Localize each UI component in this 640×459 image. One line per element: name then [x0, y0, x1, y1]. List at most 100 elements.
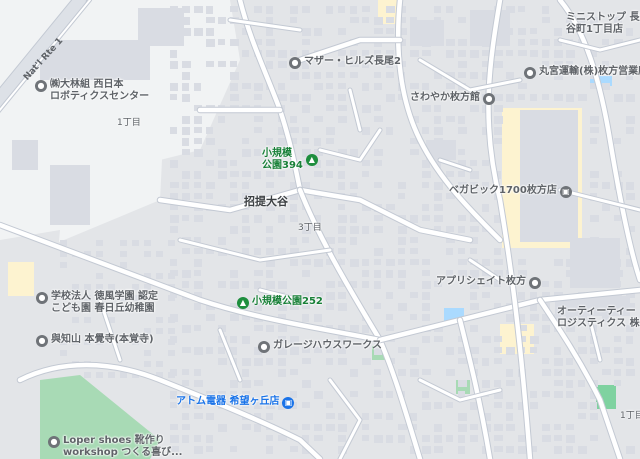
house: [386, 270, 393, 278]
map-canvas[interactable]: Nat'l Rte 1 1丁目 招提大谷 3丁目 1丁目 ● マザー・ヒルズ長尾…: [0, 0, 640, 459]
poi-label: ベガビック1700枚方店: [449, 185, 557, 196]
house: [218, 116, 225, 123]
house: [194, 182, 201, 188]
poi-marumiya[interactable]: ● 丸宮運輸(株)枚方営業所: [524, 66, 640, 79]
poi-obayashi[interactable]: ● ㈱大林組 西日本 ロボティクスセンター: [35, 79, 149, 103]
house: [470, 248, 477, 254]
house: [362, 281, 369, 288]
poi-kasugaoka-school[interactable]: ● 学校法人 徳風学園 認定 こども園 春日丘幼稚園: [36, 291, 158, 315]
house: [338, 105, 347, 111]
house: [602, 83, 610, 90]
house: [194, 380, 203, 387]
house: [96, 284, 103, 290]
house: [206, 446, 213, 452]
place-pin-icon: ●: [35, 80, 47, 92]
poi-mother-hills[interactable]: ● マザー・ヒルズ長尾2: [289, 56, 401, 69]
house: [614, 94, 623, 102]
house: [350, 369, 358, 377]
house: [614, 380, 621, 386]
house: [60, 350, 67, 356]
house: [230, 6, 238, 12]
house: [278, 369, 286, 377]
poi-atom-denki[interactable]: アトム電器 希望ヶ丘店 ▣: [176, 396, 295, 409]
house: [518, 6, 525, 12]
house: [206, 160, 214, 166]
house: [254, 270, 263, 276]
house: [194, 446, 203, 454]
poi-vegabig[interactable]: ベガビック1700枚方店 ▣: [449, 185, 572, 198]
house: [254, 83, 263, 91]
house: [470, 292, 477, 300]
house: [338, 160, 345, 166]
house: [338, 171, 345, 179]
house: [518, 94, 525, 100]
place-pin-icon: ●: [524, 67, 536, 79]
house: [290, 237, 297, 245]
house: [554, 28, 562, 36]
house: [602, 369, 611, 375]
house: [458, 248, 465, 254]
house: [362, 435, 369, 441]
house: [554, 446, 562, 454]
house: [422, 391, 429, 398]
house: [614, 215, 621, 221]
house: [458, 413, 467, 421]
house: [374, 270, 381, 278]
house: [302, 72, 310, 79]
house: [602, 347, 610, 353]
house: [554, 281, 562, 288]
house: [578, 380, 585, 387]
house: [170, 259, 177, 266]
house: [290, 94, 299, 102]
house: [374, 116, 383, 122]
house: [422, 402, 431, 410]
house: [218, 358, 227, 365]
house: [278, 61, 287, 68]
house: [374, 248, 383, 256]
house: [458, 446, 465, 454]
tree-icon: ▲: [305, 154, 318, 166]
house: [626, 369, 635, 376]
house: [338, 215, 347, 223]
house: [494, 94, 503, 101]
house: [206, 435, 213, 443]
poi-park-252[interactable]: ▲ 小規模公園252: [237, 296, 323, 309]
house: [266, 50, 275, 57]
house: [242, 50, 249, 57]
house: [626, 446, 635, 454]
poi-garage-house-works[interactable]: ● ガレージハウスワークス: [258, 340, 382, 353]
poi-loper-shoes[interactable]: ● Loper shoes 靴作り workshop つくる喜び...: [48, 435, 182, 459]
house: [482, 39, 490, 47]
large-building: [520, 110, 578, 242]
house: [578, 336, 586, 342]
poi-ortt-logistics[interactable]: オーティーティー ロジスティクス 株式 ●: [557, 306, 640, 330]
house: [182, 435, 189, 443]
house: [422, 105, 431, 112]
house: [170, 17, 177, 24]
house: [458, 149, 465, 155]
house: [446, 6, 453, 13]
house: [422, 446, 431, 454]
poi-applyshate[interactable]: アプリシェイト枚方 ●: [436, 276, 541, 289]
house: [206, 39, 215, 47]
house: [242, 424, 251, 430]
house: [254, 171, 261, 179]
house: [194, 28, 203, 36]
poi-ministop[interactable]: ミニストップ 長尾 谷町1丁目店: [566, 12, 640, 36]
poi-label: さわやか枚方館: [410, 92, 480, 103]
house: [542, 325, 550, 333]
poi-sawayaka[interactable]: さわやか枚方館 ●: [410, 92, 495, 105]
house: [434, 127, 443, 135]
poi-park-394[interactable]: 小規模 公園394 ▲: [262, 148, 318, 172]
house: [254, 149, 261, 156]
house: [554, 358, 563, 366]
house: [494, 358, 502, 364]
house: [254, 325, 263, 331]
shopping-bag-icon: ▣: [282, 397, 295, 409]
house: [302, 402, 310, 408]
house: [350, 391, 358, 397]
poi-hongakuji-temple[interactable]: ● 與知山 本覺寺(本覚寺): [36, 334, 154, 347]
house: [446, 435, 453, 442]
house: [326, 105, 334, 111]
house: [156, 273, 163, 279]
